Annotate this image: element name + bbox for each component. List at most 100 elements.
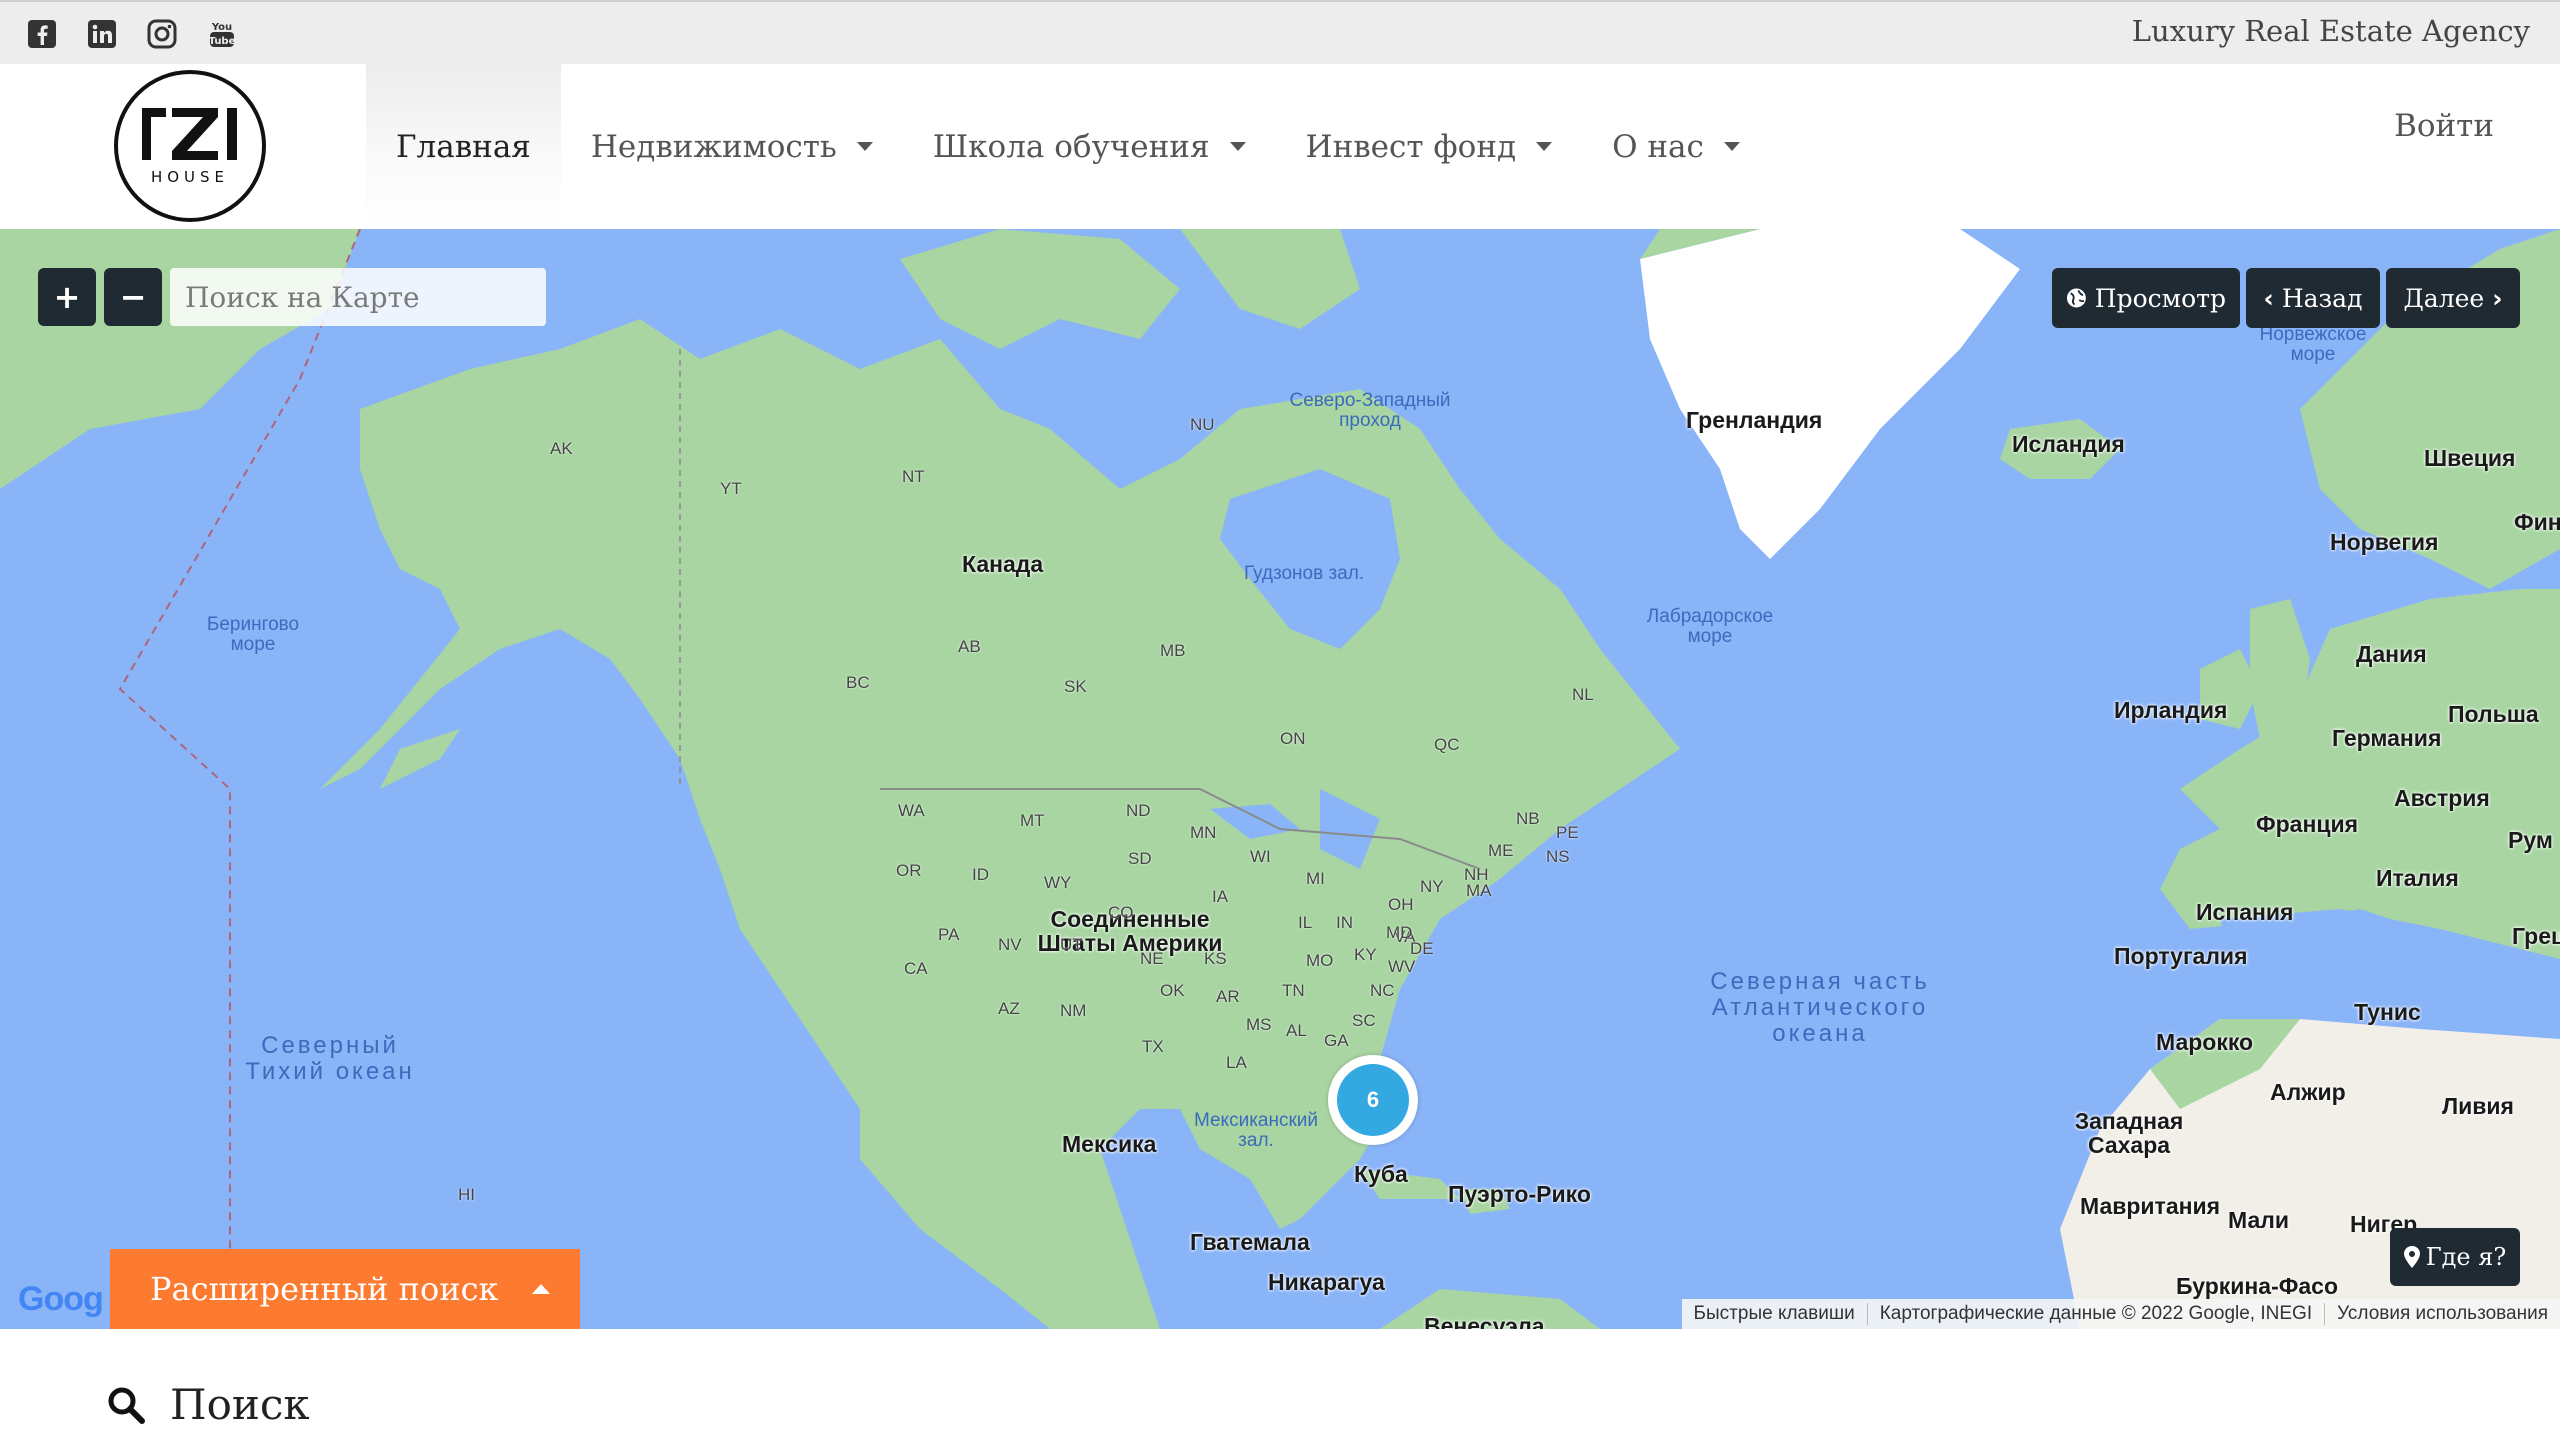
linkedin-icon[interactable]	[86, 18, 118, 50]
youtube-icon[interactable]: You Tube	[206, 18, 238, 50]
back-button-label: Назад	[2281, 283, 2363, 313]
map-label-country: Мексика	[1062, 1131, 1157, 1157]
caret-down-icon	[1536, 142, 1553, 151]
map-label-state: DE	[1410, 939, 1434, 958]
map-label-state: IL	[1298, 913, 1313, 932]
site-logo[interactable]: HOUSE	[112, 68, 268, 224]
facebook-icon[interactable]	[26, 18, 58, 50]
map-label-state: TX	[1142, 1037, 1164, 1056]
terms-link[interactable]: Условия использования	[2324, 1303, 2560, 1325]
map-label-state: SK	[1064, 677, 1087, 696]
map-label-country: Германия	[2332, 725, 2442, 751]
map-label-country: Канада	[962, 551, 1044, 577]
map-label-state: PA	[938, 925, 960, 944]
caret-down-icon	[856, 142, 873, 151]
map-label-state: WV	[1388, 957, 1416, 976]
map-label-water: Гудзонов зал.	[1244, 563, 1365, 584]
map-label-state: NB	[1516, 809, 1540, 828]
map-label-country: Греци	[2512, 923, 2560, 949]
map-label-state: CO	[1108, 903, 1134, 922]
map-label-state: LA	[1226, 1053, 1247, 1072]
map-canvas[interactable]: Гренландия Исландия Швеция Норвегия Дани…	[0, 229, 2560, 1329]
caret-down-icon	[1229, 142, 1246, 151]
nav-real-estate[interactable]: Недвижимость	[561, 64, 903, 229]
zoom-in-button[interactable]: +	[38, 268, 96, 326]
map-label-country: Франция	[2256, 811, 2359, 837]
search-icon	[108, 1387, 145, 1424]
nav-home[interactable]: Главная	[366, 64, 561, 229]
map-label-water: Мексиканский зал.	[1193, 1110, 1319, 1151]
map-label-state: AB	[958, 637, 981, 656]
map-label-water: Берингово море	[206, 614, 300, 655]
map-label-ocean: Северный Тихий океан	[245, 1032, 415, 1085]
map-label-country: Польша	[2448, 701, 2539, 727]
map-label-country: Ирландия	[2114, 697, 2228, 723]
keyboard-shortcuts-link[interactable]: Быстрые клавиши	[1682, 1303, 1867, 1325]
map-label-country: Алжир	[2270, 1079, 2346, 1105]
caret-down-icon	[1723, 142, 1740, 151]
nav-about-label: О нас	[1612, 128, 1704, 165]
map-label-country: Гватемала	[1190, 1229, 1310, 1255]
map-label-state: AL	[1286, 1021, 1307, 1040]
nav-about[interactable]: О нас	[1582, 64, 1770, 229]
nav-school-label: Школа обучения	[932, 128, 1210, 165]
login-link[interactable]: Войти	[2394, 108, 2494, 144]
map-label-water: Северо-Западный проход	[1289, 390, 1451, 431]
map-label-state: ME	[1488, 841, 1514, 860]
zoom-out-button[interactable]: −	[104, 268, 162, 326]
map-label-state: NM	[1060, 1001, 1087, 1020]
nav-school[interactable]: Школа обучения	[903, 64, 1276, 229]
map-label-state: MS	[1246, 1015, 1272, 1034]
map-label-country: Фин	[2514, 509, 2560, 535]
map-label-ocean: Северная часть Атлантического океана	[1710, 968, 1930, 1047]
map-label-country: Италия	[2376, 865, 2459, 891]
advanced-search-toggle[interactable]: Расширенный поиск	[110, 1249, 580, 1329]
tagline: Luxury Real Estate Agency	[2131, 14, 2530, 48]
next-button-label: Далее	[2403, 283, 2485, 313]
property-cluster-marker[interactable]: 6	[1328, 1055, 1418, 1145]
nav-invest-fund[interactable]: Инвест фонд	[1276, 64, 1583, 229]
map-label-water: Норвежское море	[2259, 324, 2367, 365]
search-title-text: Поиск	[170, 1380, 310, 1429]
map-label-country: Тунис	[2354, 999, 2421, 1025]
map-label-state: AK	[550, 439, 573, 458]
instagram-icon[interactable]	[146, 18, 178, 50]
nav-invest-fund-label: Инвест фонд	[1305, 128, 1517, 165]
map-label-state: CA	[904, 959, 928, 978]
map-label-country: Швеция	[2424, 445, 2516, 471]
map-label-state: MA	[1466, 881, 1492, 900]
map-label-state: GA	[1324, 1031, 1349, 1050]
map-label-state: QC	[1434, 735, 1460, 754]
geolocate-button[interactable]: Где я?	[2390, 1228, 2520, 1286]
map-label-state: WA	[898, 801, 925, 820]
logo-text: HOUSE	[151, 168, 229, 186]
map-label-state: AZ	[998, 999, 1020, 1018]
map-label-state: ND	[1126, 801, 1151, 820]
map-label-state: NV	[998, 935, 1022, 954]
view-button[interactable]: Просмотр	[2052, 268, 2240, 328]
map-label-state: OH	[1388, 895, 1414, 914]
map-label-state: ID	[972, 865, 989, 884]
map-label-country: Западная Сахара	[2074, 1108, 2184, 1158]
globe-icon	[2066, 288, 2086, 308]
nav-home-label: Главная	[396, 128, 531, 165]
view-button-label: Просмотр	[2094, 283, 2226, 313]
map-label-country: Мали	[2228, 1207, 2289, 1233]
search-section-title: Поиск	[106, 1380, 310, 1429]
next-button[interactable]: Далее ›	[2386, 268, 2520, 328]
map-label-state: MD	[1386, 923, 1413, 942]
nav-real-estate-label: Недвижимость	[590, 128, 837, 165]
map-label-state: NC	[1370, 981, 1395, 1000]
social-links: You Tube	[26, 18, 238, 50]
advanced-search-label: Расширенный поиск	[150, 1270, 499, 1308]
map-label-state: BC	[846, 673, 870, 692]
map-label-state: YT	[720, 479, 742, 498]
map-attribution: Быстрые клавиши Картографические данные …	[1681, 1299, 2560, 1329]
map-label-state: NL	[1572, 685, 1594, 704]
map-search-input[interactable]	[170, 268, 546, 326]
map-label-country: Мавритания	[2080, 1193, 2221, 1219]
back-button[interactable]: ‹ Назад	[2246, 268, 2380, 328]
map-label-state: MO	[1306, 951, 1334, 970]
map-label-state: TN	[1282, 981, 1305, 1000]
map-label-state: PE	[1556, 823, 1579, 842]
